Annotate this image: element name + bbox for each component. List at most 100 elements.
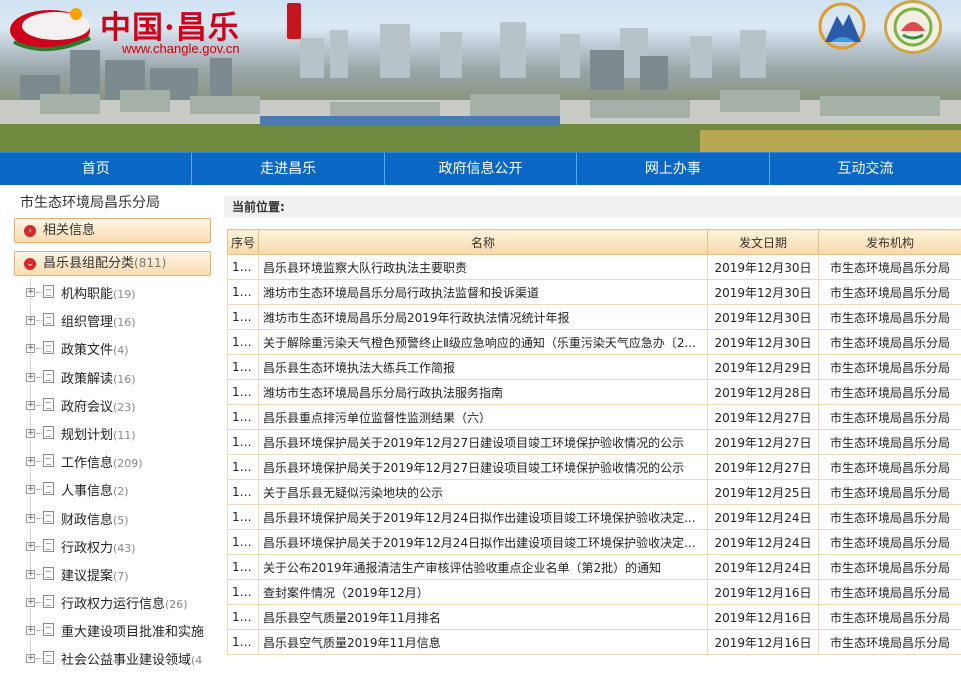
tree-item[interactable]: +行政权力运行信息(26) [7, 589, 219, 617]
tree-item[interactable]: + 政策文件(4) [7, 335, 219, 363]
row-org: 市生态环境局昌乐分局 [819, 255, 961, 280]
row-org: 市生态环境局昌乐分局 [819, 405, 961, 430]
document-icon [43, 341, 54, 354]
tree-item[interactable]: +机构职能(19) [7, 279, 219, 307]
row-org: 市生态环境局昌乐分局 [819, 380, 961, 405]
row-title-link[interactable]: 昌乐县环境保护局关于2019年12月27日建设项目竣工环境保护验收情况的公示 [259, 455, 708, 480]
category-header-button[interactable]: ⌄ 昌乐县组配分类(811) [14, 251, 211, 276]
row-org: 市生态环境局昌乐分局 [819, 430, 961, 455]
row-title-link[interactable]: 昌乐县环境保护局关于2019年12月24日拟作出建设项目竣工环境保护验收决定..… [259, 505, 708, 530]
related-info-label: 相关信息 [43, 223, 95, 238]
row-number: 162 [228, 280, 259, 305]
table-row: 165昌乐县生态环境执法大练兵工作简报2019年12月29日市生态环境局昌乐分局 [228, 355, 961, 380]
row-date: 2019年12月30日 [708, 305, 819, 330]
document-icon [43, 370, 54, 383]
tree-item-count: (19) [113, 288, 136, 301]
tree-item-label: 财政信息 [61, 513, 113, 528]
document-icon [43, 482, 54, 495]
row-title-link[interactable]: 昌乐县环境保护局关于2019年12月27日建设项目竣工环境保护验收情况的公示 [259, 430, 708, 455]
table-row: 169昌乐县环境保护局关于2019年12月27日建设项目竣工环境保护验收情况的公… [228, 455, 961, 480]
tree-item[interactable]: +行政权力(43) [7, 533, 219, 561]
row-date: 2019年12月27日 [708, 430, 819, 455]
row-title-link[interactable]: 查封案件情况（2019年12月） [259, 580, 708, 605]
expand-plus-icon[interactable]: + [26, 457, 35, 466]
document-icon [43, 595, 54, 608]
expand-plus-icon[interactable]: + [26, 288, 35, 297]
document-icon [43, 285, 54, 298]
tree-item[interactable]: +社会公益事业建设领域(4 [7, 645, 219, 673]
row-title-link[interactable]: 关于昌乐县无疑似污染地块的公示 [259, 480, 708, 505]
document-icon [43, 313, 54, 326]
tree-item-count: (23) [113, 401, 136, 414]
row-number: 173 [228, 555, 259, 580]
row-number: 174 [228, 580, 259, 605]
tree-item-label: 政策文件 [61, 343, 113, 358]
row-title-link[interactable]: 潍坊市生态环境局昌乐分局行政执法服务指南 [259, 380, 708, 405]
row-title-link[interactable]: 潍坊市生态环境局昌乐分局行政执法监督和投诉渠道 [259, 280, 708, 305]
category-label: 昌乐县组配分类 [43, 256, 134, 271]
main-content: 当前位置: 序号 名称 发文日期 发布机构 161昌乐县环境监察大队行政执法主要… [224, 188, 961, 659]
row-number: 176 [228, 630, 259, 655]
column-header-org: 发布机构 [819, 230, 961, 255]
row-title-link[interactable]: 昌乐县空气质量2019年11月信息 [259, 630, 708, 655]
nav-interaction[interactable]: 互动交流 [770, 153, 961, 185]
tree-item[interactable]: +规划计划(11) [7, 420, 219, 448]
expand-plus-icon[interactable]: + [26, 401, 35, 410]
column-header-date: 发文日期 [708, 230, 819, 255]
expand-plus-icon[interactable]: + [26, 373, 35, 382]
row-number: 161 [228, 255, 259, 280]
row-title-link[interactable]: 昌乐县空气质量2019年11月排名 [259, 605, 708, 630]
row-title-link[interactable]: 关于公布2019年通报清洁生产审核评估验收重点企业名单（第2批）的通知 [259, 555, 708, 580]
tree-item[interactable]: +政策解读(16) [7, 364, 219, 392]
document-icon [43, 651, 54, 664]
expand-plus-icon[interactable]: + [26, 344, 35, 353]
tree-item[interactable]: +重大建设项目批准和实施 [7, 617, 219, 645]
table-row: 167昌乐县重点排污单位监督性监测结果（六）2019年12月27日市生态环境局昌… [228, 405, 961, 430]
expand-plus-icon[interactable]: + [26, 626, 35, 635]
document-icon [43, 426, 54, 439]
document-icon [43, 623, 54, 636]
nav-gov-info-disclosure[interactable]: 政府信息公开 [385, 153, 577, 185]
row-date: 2019年12月24日 [708, 505, 819, 530]
document-icon [43, 567, 54, 580]
tree-item[interactable]: +财政信息(5) [7, 505, 219, 533]
tree-item[interactable]: +组织管理(16) [7, 307, 219, 335]
row-date: 2019年12月25日 [708, 480, 819, 505]
row-date: 2019年12月30日 [708, 330, 819, 355]
row-number: 172 [228, 530, 259, 555]
nav-about-changle[interactable]: 走进昌乐 [192, 153, 384, 185]
row-org: 市生态环境局昌乐分局 [819, 505, 961, 530]
row-title-link[interactable]: 昌乐县重点排污单位监督性监测结果（六） [259, 405, 708, 430]
row-title-link[interactable]: 昌乐县生态环境执法大练兵工作简报 [259, 355, 708, 380]
tree-item[interactable]: +工作信息(209) [7, 448, 219, 476]
row-title-link[interactable]: 潍坊市生态环境局昌乐分局2019年行政执法情况统计年报 [259, 305, 708, 330]
expand-plus-icon[interactable]: + [26, 316, 35, 325]
sidebar-title: 市生态环境局昌乐分局 [20, 192, 160, 212]
tree-item-count: (26) [165, 598, 188, 611]
expand-plus-icon[interactable]: + [26, 514, 35, 523]
row-org: 市生态环境局昌乐分局 [819, 305, 961, 330]
tree-item-label: 规划计划 [61, 428, 113, 443]
expand-plus-icon[interactable]: + [26, 542, 35, 551]
expand-plus-icon[interactable]: + [26, 598, 35, 607]
site-url: www.changle.gov.cn [122, 41, 240, 56]
row-title-link[interactable]: 昌乐县环境监察大队行政执法主要职责 [259, 255, 708, 280]
row-org: 市生态环境局昌乐分局 [819, 605, 961, 630]
expand-plus-icon[interactable]: + [26, 429, 35, 438]
row-date: 2019年12月24日 [708, 530, 819, 555]
row-number: 170 [228, 480, 259, 505]
related-info-button[interactable]: › 相关信息 [14, 218, 211, 243]
tree-item-label: 人事信息 [61, 484, 113, 499]
tree-item[interactable]: +政府会议(23) [7, 392, 219, 420]
tree-item[interactable]: +建议提案(7) [7, 561, 219, 589]
expand-plus-icon[interactable]: + [26, 485, 35, 494]
tree-item-count: (4) [113, 344, 129, 357]
row-title-link[interactable]: 昌乐县环境保护局关于2019年12月24日拟作出建设项目竣工环境保护验收决定..… [259, 530, 708, 555]
expand-plus-icon[interactable]: + [26, 570, 35, 579]
row-title-link[interactable]: 关于解除重污染天气橙色预警终止Ⅱ级应急响应的通知（乐重污染天气应急办〔2... [259, 330, 708, 355]
table-row: 164关于解除重污染天气橙色预警终止Ⅱ级应急响应的通知（乐重污染天气应急办〔2.… [228, 330, 961, 355]
nav-home[interactable]: 首页 [0, 153, 192, 185]
nav-online-services[interactable]: 网上办事 [577, 153, 769, 185]
category-count: (811) [134, 256, 166, 270]
tree-item[interactable]: +人事信息(2) [7, 476, 219, 504]
